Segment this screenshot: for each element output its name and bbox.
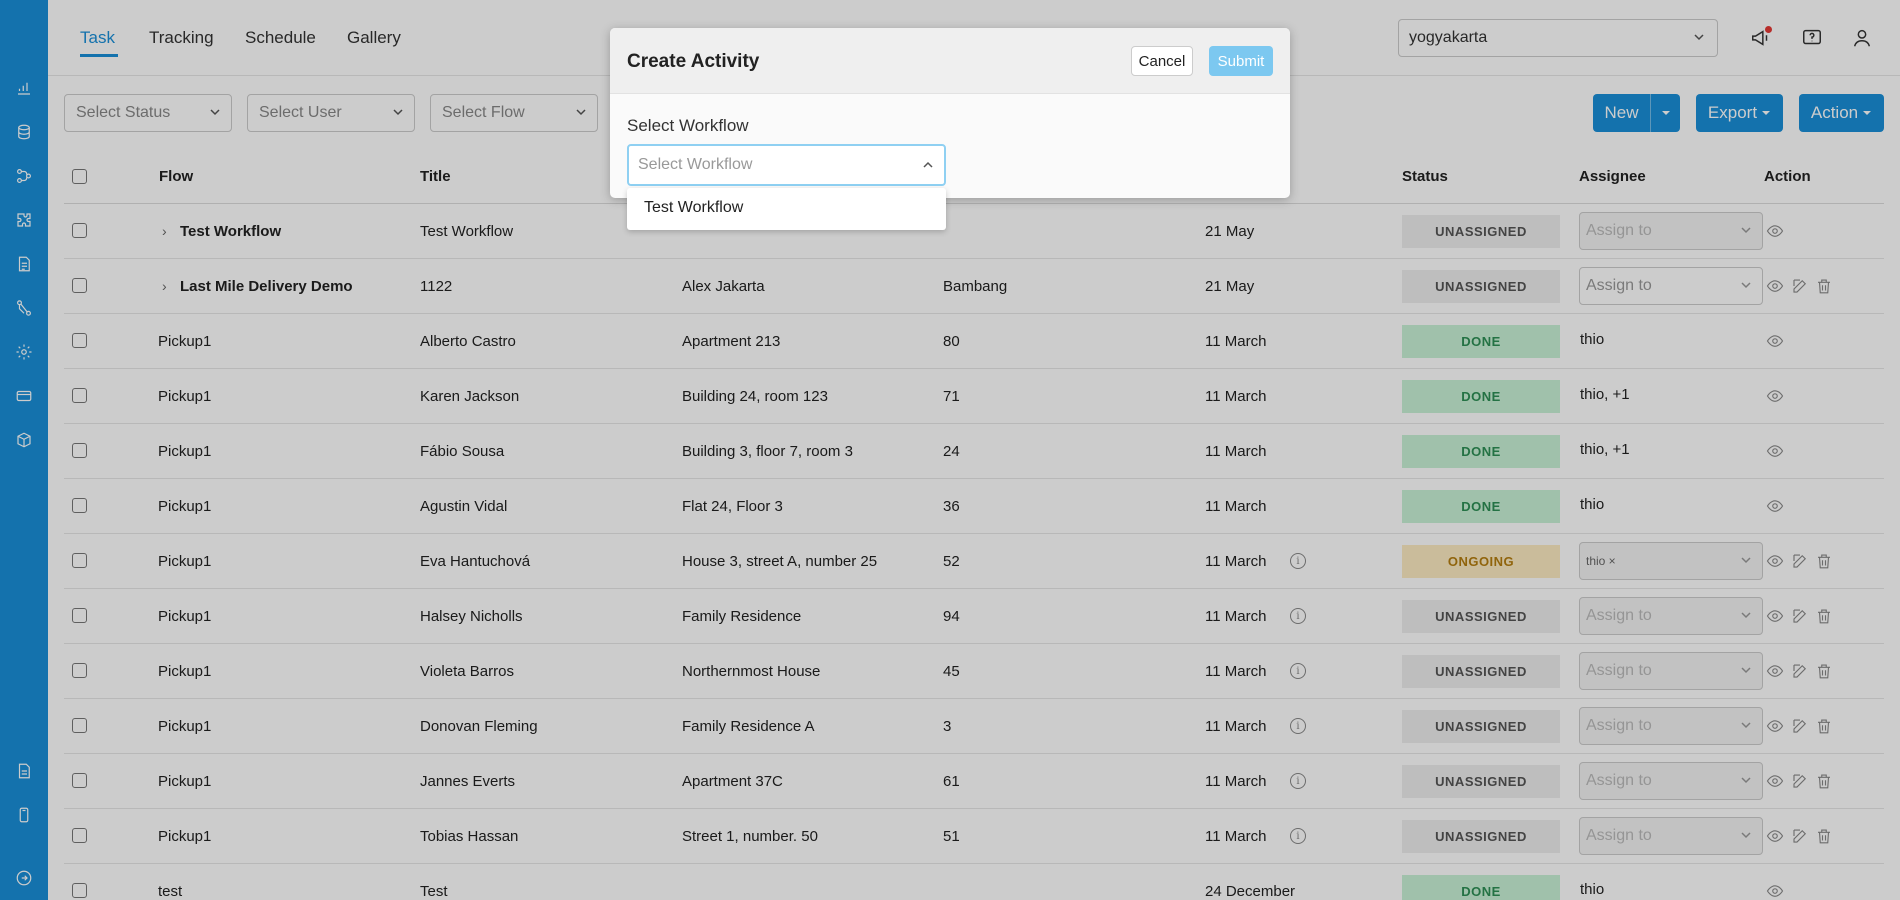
- modal-header: Create Activity Cancel Submit: [610, 28, 1290, 94]
- workflow-dropdown: Test Workflow: [627, 188, 946, 230]
- workflow-field-label: Select Workflow: [627, 116, 749, 135]
- create-activity-modal: Create Activity Cancel Submit Select Wor…: [610, 28, 1290, 230]
- chevron-up-icon: [922, 158, 934, 176]
- modal-title: Create Activity: [627, 51, 760, 72]
- workflow-option[interactable]: Test Workflow: [644, 199, 743, 216]
- workflow-select[interactable]: Select Workflow: [627, 144, 946, 186]
- workflow-select-placeholder: Select Workflow: [638, 156, 753, 173]
- submit-button[interactable]: Submit: [1209, 46, 1273, 76]
- cancel-button[interactable]: Cancel: [1131, 46, 1193, 76]
